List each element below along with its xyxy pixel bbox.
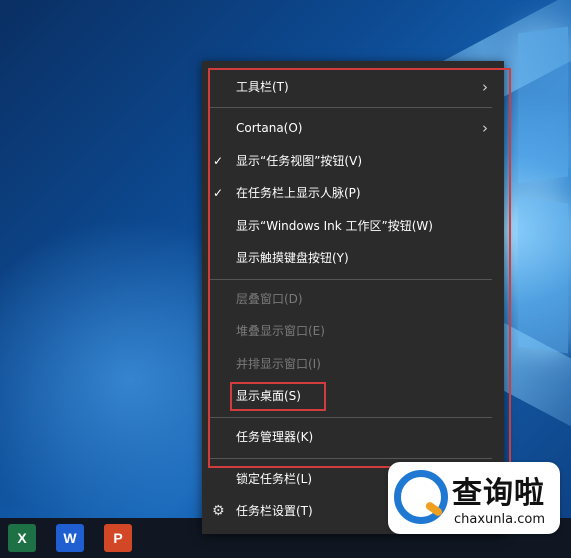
excel-icon[interactable]: X	[8, 524, 36, 552]
menu-item-label: 显示桌面(S)	[236, 389, 301, 403]
menu-item-toolbars[interactable]: 工具栏(T) ›	[202, 71, 504, 103]
menu-item-show-people[interactable]: ✓ 在任务栏上显示人脉(P)	[202, 177, 504, 209]
excel-icon-letter: X	[17, 530, 27, 546]
windows-logo-pane	[518, 196, 568, 354]
menu-item-side-by-side-windows: 并排显示窗口(I)	[202, 348, 504, 380]
menu-item-label: 并排显示窗口(I)	[236, 357, 321, 371]
menu-item-label: 工具栏(T)	[236, 80, 289, 94]
magnifier-icon	[394, 470, 448, 524]
watermark-url: chaxunla.com	[454, 512, 545, 527]
menu-item-show-touch-keyboard[interactable]: 显示触摸键盘按钮(Y)	[202, 242, 504, 274]
menu-item-show-windows-ink[interactable]: 显示“Windows Ink 工作区”按钮(W)	[202, 210, 504, 242]
menu-item-label: 显示触摸键盘按钮(Y)	[236, 251, 349, 265]
powerpoint-icon[interactable]: P	[104, 524, 132, 552]
watermark-title: 查询啦	[452, 476, 545, 511]
watermark-logo: 查询啦 chaxunla.com	[388, 462, 560, 534]
menu-item-label: 锁定任务栏(L)	[236, 472, 313, 486]
wps-icon-letter: W	[63, 530, 77, 546]
chevron-right-icon: ›	[482, 119, 488, 137]
menu-item-cortana[interactable]: Cortana(O) ›	[202, 112, 504, 144]
gear-icon: ⚙	[212, 503, 225, 519]
menu-separator	[210, 107, 492, 108]
menu-item-cascade-windows: 层叠窗口(D)	[202, 283, 504, 315]
menu-separator	[210, 458, 492, 459]
chevron-right-icon: ›	[482, 78, 488, 96]
menu-item-stack-windows: 堆叠显示窗口(E)	[202, 315, 504, 347]
checkmark-icon: ✓	[213, 186, 224, 200]
menu-separator	[210, 279, 492, 280]
menu-item-label: Cortana(O)	[236, 121, 303, 135]
menu-item-show-task-view[interactable]: ✓ 显示“任务视图”按钮(V)	[202, 145, 504, 177]
menu-item-label: 在任务栏上显示人脉(P)	[236, 186, 361, 200]
menu-item-label: 任务栏设置(T)	[236, 504, 313, 518]
menu-item-label: 层叠窗口(D)	[236, 292, 303, 306]
menu-item-label: 显示“Windows Ink 工作区”按钮(W)	[236, 219, 433, 233]
menu-item-label: 显示“任务视图”按钮(V)	[236, 154, 363, 168]
wps-icon[interactable]: W	[56, 524, 84, 552]
menu-item-show-desktop[interactable]: 显示桌面(S)	[202, 380, 504, 412]
menu-item-task-manager[interactable]: 任务管理器(K)	[202, 421, 504, 453]
windows-logo-pane	[518, 26, 568, 184]
powerpoint-icon-letter: P	[113, 530, 123, 546]
menu-separator	[210, 417, 492, 418]
menu-item-label: 堆叠显示窗口(E)	[236, 324, 325, 338]
menu-item-label: 任务管理器(K)	[236, 430, 314, 444]
checkmark-icon: ✓	[213, 154, 224, 168]
